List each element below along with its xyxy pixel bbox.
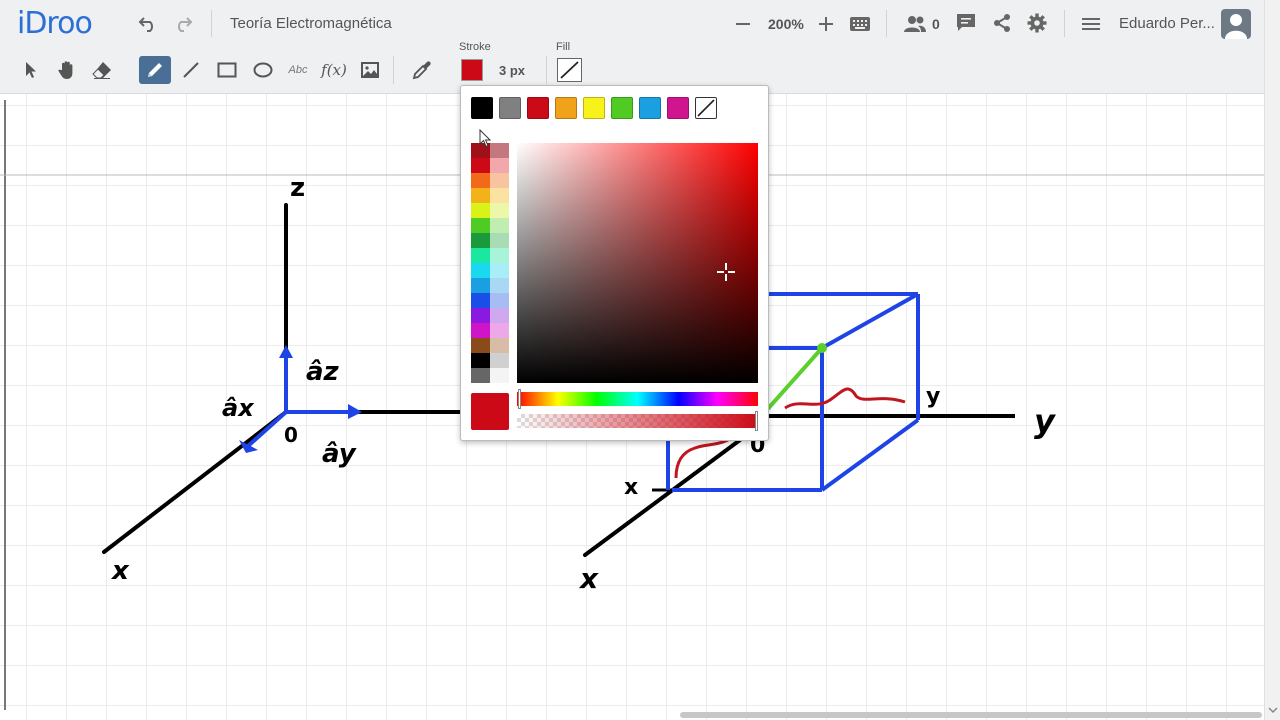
preset-green[interactable]	[611, 97, 633, 119]
scroll-down-icon	[1268, 707, 1278, 714]
no-color-icon	[697, 99, 715, 117]
preset-blue[interactable]	[639, 97, 661, 119]
x-axis-right	[583, 438, 742, 557]
opacity-slider[interactable]	[517, 414, 758, 428]
preset-none[interactable]	[695, 97, 717, 119]
current-color-preview	[471, 393, 509, 430]
green-diagonal	[763, 346, 824, 414]
horizontal-scrollbar[interactable]	[680, 712, 1262, 718]
unit-vector-ax	[246, 410, 288, 448]
label-x: x	[110, 556, 130, 586]
label-x-right: x	[578, 562, 599, 595]
preset-gray[interactable]	[499, 97, 521, 119]
preset-orange[interactable]	[555, 97, 577, 119]
box-edge	[821, 292, 919, 350]
label-origin: 0	[284, 423, 298, 447]
green-point	[817, 343, 827, 353]
box-edge	[820, 418, 920, 492]
preset-black[interactable]	[471, 97, 493, 119]
red-brace-left	[674, 438, 729, 479]
label-ax: âx	[222, 394, 255, 422]
preset-magenta[interactable]	[667, 97, 689, 119]
hue-slider-handle[interactable]	[518, 389, 521, 409]
label-az: âz	[306, 357, 340, 387]
preset-yellow[interactable]	[583, 97, 605, 119]
mouse-pointer-icon	[479, 129, 492, 148]
vertical-scrollbar[interactable]	[1264, 0, 1280, 720]
label-x-box: x	[624, 475, 638, 500]
label-y-box: y	[926, 384, 940, 409]
red-brace	[784, 387, 906, 410]
label-ay: ây	[322, 439, 357, 469]
x-axis	[102, 410, 288, 554]
color-picker-popover	[460, 85, 769, 441]
preset-red[interactable]	[527, 97, 549, 119]
palette-grid[interactable]	[471, 143, 509, 383]
hue-slider[interactable]	[517, 392, 758, 406]
arrowhead	[348, 404, 362, 419]
arrowhead	[279, 345, 293, 358]
left-axes	[102, 203, 460, 554]
label-z: z	[290, 173, 305, 203]
label-y-right: y	[1034, 402, 1056, 440]
crosshair-icon[interactable]	[717, 263, 735, 281]
opacity-slider-handle[interactable]	[755, 411, 758, 431]
